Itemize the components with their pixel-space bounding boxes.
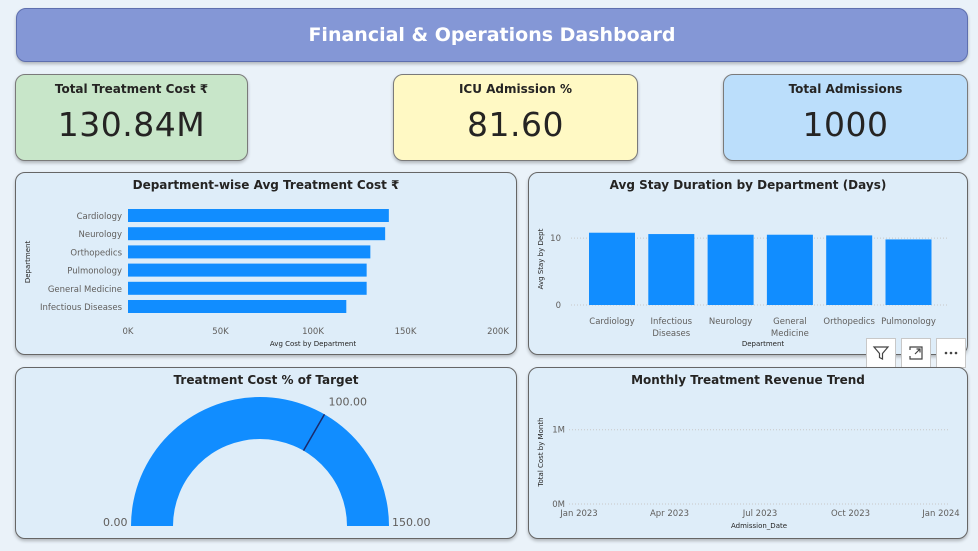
- bar: [589, 232, 635, 305]
- bar: [826, 235, 873, 305]
- bar: [128, 263, 367, 277]
- y-axis-title: Total Cost by Month: [537, 417, 545, 487]
- filter-icon: [872, 346, 890, 360]
- revenue-line: [579, 413, 941, 488]
- bar: [128, 227, 386, 241]
- x-tick-label: 150K: [395, 327, 417, 337]
- kpi-value: 1000: [802, 105, 889, 144]
- x-axis-title: Avg Cost by Department: [270, 340, 356, 348]
- y-axis-title: Avg Stay by Dept: [537, 228, 545, 289]
- x-tick-label: Oct 2023: [831, 509, 870, 519]
- bar: [707, 234, 754, 305]
- category-label: General Medicine: [771, 317, 809, 339]
- bar: [128, 281, 367, 295]
- bar: [128, 245, 371, 259]
- revenue-trend-chart-panel[interactable]: Monthly Treatment Revenue Trend 0M 1M Jan …: [528, 367, 968, 539]
- cost-target-gauge: 100.00 0.00 150.00: [103, 395, 431, 529]
- x-axis-title: Department: [742, 340, 785, 348]
- category-label: Orthopedics: [823, 317, 875, 327]
- more-options-button[interactable]: [936, 338, 966, 368]
- kpi-card-icu-admission[interactable]: ICU Admission % 81.60: [393, 74, 638, 161]
- dept-avg-cost-bar-chart: Cardiology Neurology Orthopedics Pulmonolog…: [24, 209, 509, 348]
- y-tick-label: 10: [550, 234, 561, 244]
- x-tick-label: 0K: [123, 327, 134, 337]
- gauge-fill: [131, 397, 389, 526]
- category-label: Pulmonology: [881, 317, 936, 327]
- y-tick-label: 0: [556, 301, 561, 311]
- category-label: General Medicine: [48, 285, 122, 295]
- y-tick-label: 1M: [552, 426, 565, 436]
- category-label: Neurology: [709, 317, 752, 327]
- bar: [885, 239, 932, 305]
- bar: [766, 234, 813, 305]
- category-label: Pulmonology: [67, 267, 122, 277]
- kpi-value: 81.60: [467, 105, 564, 144]
- x-tick-label: Jan 2023: [559, 509, 597, 519]
- dashboard-title: Financial & Operations Dashboard: [16, 8, 968, 62]
- gauge-min-label: 0.00: [103, 516, 128, 529]
- gauge-max-label: 150.00: [392, 516, 431, 529]
- kpi-label: Total Treatment Cost ₹: [54, 82, 209, 96]
- category-label: Cardiology: [77, 212, 122, 222]
- x-tick-label: 200K: [487, 327, 509, 337]
- x-tick-label: 50K: [212, 327, 229, 337]
- cost-target-gauge-panel[interactable]: Treatment Cost % of Target 100.00 0.00 150…: [15, 367, 517, 539]
- x-tick-label: Jan 2024: [921, 509, 959, 519]
- focus-mode-icon: [909, 346, 923, 360]
- filter-button[interactable]: [866, 338, 896, 368]
- category-label: Infectious Diseases: [40, 303, 123, 313]
- kpi-card-total-admissions[interactable]: Total Admissions 1000: [723, 74, 968, 161]
- category-label: Cardiology: [589, 317, 634, 327]
- dept-avg-cost-chart-panel[interactable]: Department-wise Avg Treatment Cost ₹ Car…: [15, 172, 517, 355]
- x-tick-label: Apr 2023: [650, 509, 689, 519]
- bar: [648, 234, 695, 305]
- category-label: Neurology: [79, 230, 122, 240]
- category-label: Infectious Diseases: [651, 317, 693, 339]
- y-axis-title: Department: [24, 241, 32, 284]
- bar: [128, 300, 347, 313]
- kpi-label: Total Admissions: [788, 82, 903, 96]
- x-axis-title: Admission_Date: [731, 522, 787, 530]
- kpi-label: ICU Admission %: [458, 82, 573, 96]
- x-tick-label: Jul 2023: [742, 509, 778, 519]
- x-tick-label: 100K: [302, 327, 324, 337]
- focus-mode-button[interactable]: [901, 338, 931, 368]
- gauge-target-label: 100.00: [329, 395, 368, 408]
- avg-stay-column-chart: 0 10 Cardiology Infectious Diseases Neurology…: [537, 228, 949, 348]
- kpi-value: 130.84M: [57, 105, 206, 144]
- bar: [128, 209, 389, 222]
- revenue-trend-line-chart: 0M1MJan 2023 Apr 2023 Jul 2023 Oct 2023 Jan …: [537, 413, 960, 530]
- avg-stay-chart-panel[interactable]: Avg Stay Duration by Department (Days) 0…: [528, 172, 968, 355]
- category-label: Orthopedics: [70, 248, 122, 258]
- more-options-icon: [944, 351, 958, 355]
- kpi-card-total-treatment-cost[interactable]: Total Treatment Cost ₹ 130.84M: [15, 74, 248, 161]
